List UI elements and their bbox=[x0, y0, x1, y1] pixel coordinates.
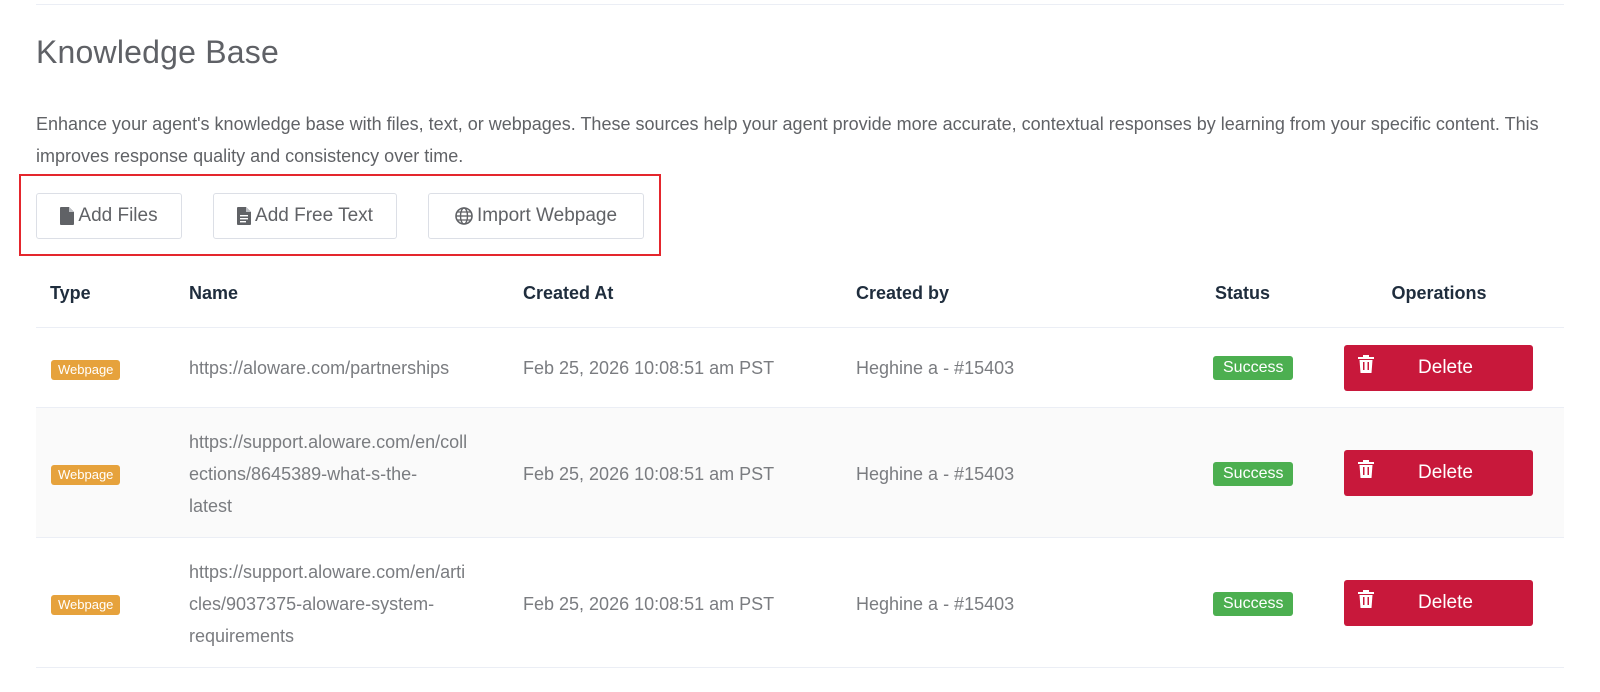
add-free-text-button[interactable]: Add Free Text bbox=[213, 193, 397, 239]
table-row: Webpage https://aloware.com/partnerships… bbox=[36, 327, 1564, 407]
created-by: Heghine a - #15403 bbox=[856, 464, 1015, 484]
status-badge: Success bbox=[1213, 592, 1294, 616]
type-tag: Webpage bbox=[51, 595, 121, 615]
source-name: https://aloware.com/partnerships bbox=[189, 358, 450, 378]
delete-button[interactable]: Delete bbox=[1344, 580, 1533, 626]
column-header-created-at: Created At bbox=[523, 283, 614, 303]
delete-label: Delete bbox=[1418, 357, 1473, 378]
page-title: Knowledge Base bbox=[36, 34, 279, 70]
column-header-name: Name bbox=[189, 283, 239, 303]
delete-button[interactable]: Delete bbox=[1344, 450, 1533, 496]
page-description: Enhance your agent's knowledge base with… bbox=[36, 114, 1539, 166]
created-by: Heghine a - #15403 bbox=[856, 358, 1015, 378]
delete-button[interactable]: Delete bbox=[1344, 345, 1533, 391]
column-header-status: Status bbox=[1215, 283, 1271, 303]
created-at: Feb 25, 2026 10:08:51 am PST bbox=[523, 464, 775, 484]
import-webpage-label: Import Webpage bbox=[476, 205, 618, 226]
delete-label: Delete bbox=[1418, 592, 1473, 613]
table-row: Webpage https://support.aloware.com/en/c… bbox=[36, 407, 1564, 537]
table-row: Webpage https://support.aloware.com/en/a… bbox=[36, 537, 1564, 667]
type-tag: Webpage bbox=[51, 360, 121, 380]
add-files-button[interactable]: Add Files bbox=[36, 193, 182, 239]
column-header-created-by: Created by bbox=[856, 283, 950, 303]
column-header-operations: Operations bbox=[1391, 283, 1487, 303]
type-tag: Webpage bbox=[51, 465, 121, 485]
status-badge: Success bbox=[1213, 356, 1294, 380]
document-icon bbox=[237, 207, 252, 225]
created-at: Feb 25, 2026 10:08:51 am PST bbox=[523, 594, 775, 614]
source-name: https://support.aloware.com/en/arti cles… bbox=[189, 562, 466, 646]
file-icon bbox=[60, 207, 75, 225]
created-by: Heghine a - #15403 bbox=[856, 594, 1015, 614]
add-files-label: Add Files bbox=[78, 205, 158, 226]
top-divider bbox=[36, 4, 1564, 5]
table-bottom-border bbox=[36, 667, 1564, 668]
globe-icon bbox=[455, 207, 473, 225]
import-webpage-button[interactable]: Import Webpage bbox=[428, 193, 644, 239]
source-name: https://support.aloware.com/en/coll ecti… bbox=[189, 432, 468, 516]
column-header-type: Type bbox=[50, 283, 91, 303]
created-at: Feb 25, 2026 10:08:51 am PST bbox=[523, 358, 775, 378]
add-free-text-label: Add Free Text bbox=[255, 205, 373, 226]
delete-label: Delete bbox=[1418, 462, 1473, 483]
status-badge: Success bbox=[1213, 462, 1294, 486]
